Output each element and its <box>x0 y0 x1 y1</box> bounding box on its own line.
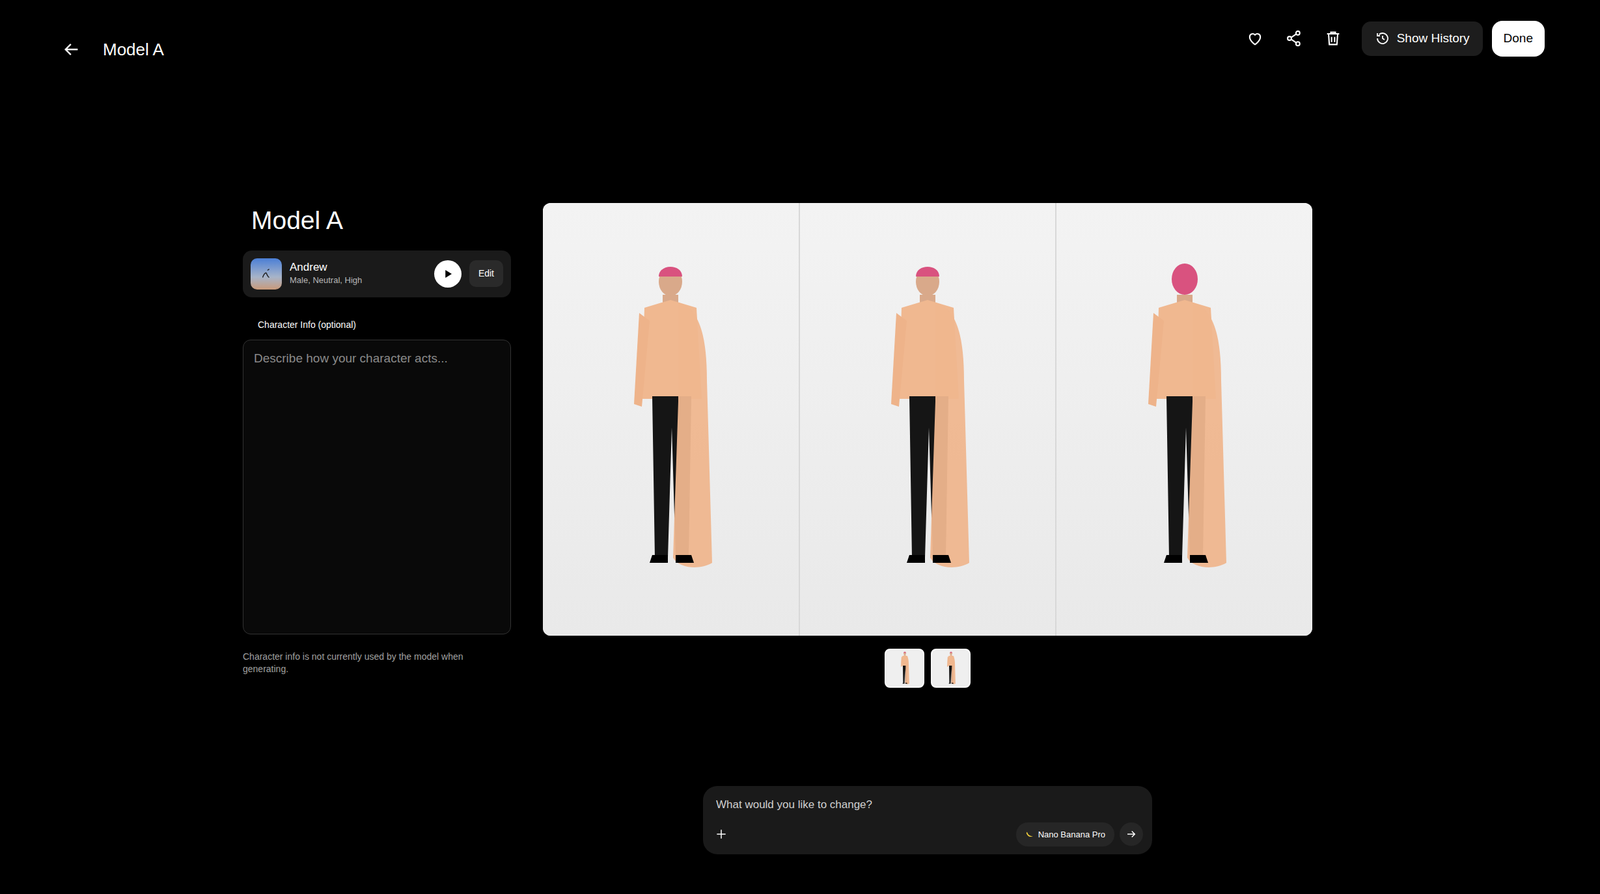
page-title: Model A <box>102 37 165 63</box>
show-history-button[interactable]: Show History <box>1361 21 1483 56</box>
character-info-field[interactable] <box>242 339 511 635</box>
show-history-label: Show History <box>1396 29 1470 49</box>
main-area: Model A Andrew Male, Neutral, High Edit … <box>242 203 1600 855</box>
model-photo <box>542 203 1313 636</box>
thumbnail[interactable] <box>884 648 925 689</box>
front-view <box>542 203 799 636</box>
back-view <box>1055 203 1313 636</box>
model-selector[interactable]: Nano Banana Pro <box>1016 822 1115 848</box>
character-info-note: Character info is not currently used by … <box>242 650 511 676</box>
header-actions: Show History Done <box>1238 20 1545 57</box>
voice-name: Andrew <box>289 261 429 275</box>
send-arrow-icon[interactable] <box>1119 822 1144 847</box>
voice-avatar-icon <box>250 258 282 290</box>
character-panel: Model A Andrew Male, Neutral, High Edit … <box>242 203 511 855</box>
history-icon <box>1374 30 1391 47</box>
trash-icon[interactable] <box>1316 21 1351 56</box>
edit-voice-button[interactable]: Edit <box>469 260 504 288</box>
character-info-label: Character Info (optional) <box>257 318 511 332</box>
character-title: Model A <box>251 205 511 237</box>
banana-icon <box>1025 829 1035 840</box>
thumbnail-strip <box>542 648 1313 689</box>
share-icon[interactable] <box>1277 21 1311 56</box>
top-bar: Model A Show History Done <box>0 0 1600 75</box>
prompt-field[interactable] <box>716 796 1144 814</box>
thumbnail[interactable] <box>930 648 971 689</box>
plus-icon[interactable] <box>709 822 733 847</box>
back-arrow-icon[interactable] <box>59 32 84 67</box>
heart-icon[interactable] <box>1238 21 1272 56</box>
model-label: Nano Banana Pro <box>1038 828 1106 842</box>
prompt-box: Nano Banana Pro <box>703 786 1153 855</box>
title-area: Model A <box>59 32 165 67</box>
voice-card[interactable]: Andrew Male, Neutral, High Edit <box>242 250 511 298</box>
done-button[interactable]: Done <box>1491 20 1545 57</box>
play-icon[interactable] <box>434 260 462 288</box>
voice-traits: Male, Neutral, High <box>289 274 429 288</box>
side-view <box>798 203 1056 636</box>
preview-column: Nano Banana Pro <box>542 203 1313 855</box>
